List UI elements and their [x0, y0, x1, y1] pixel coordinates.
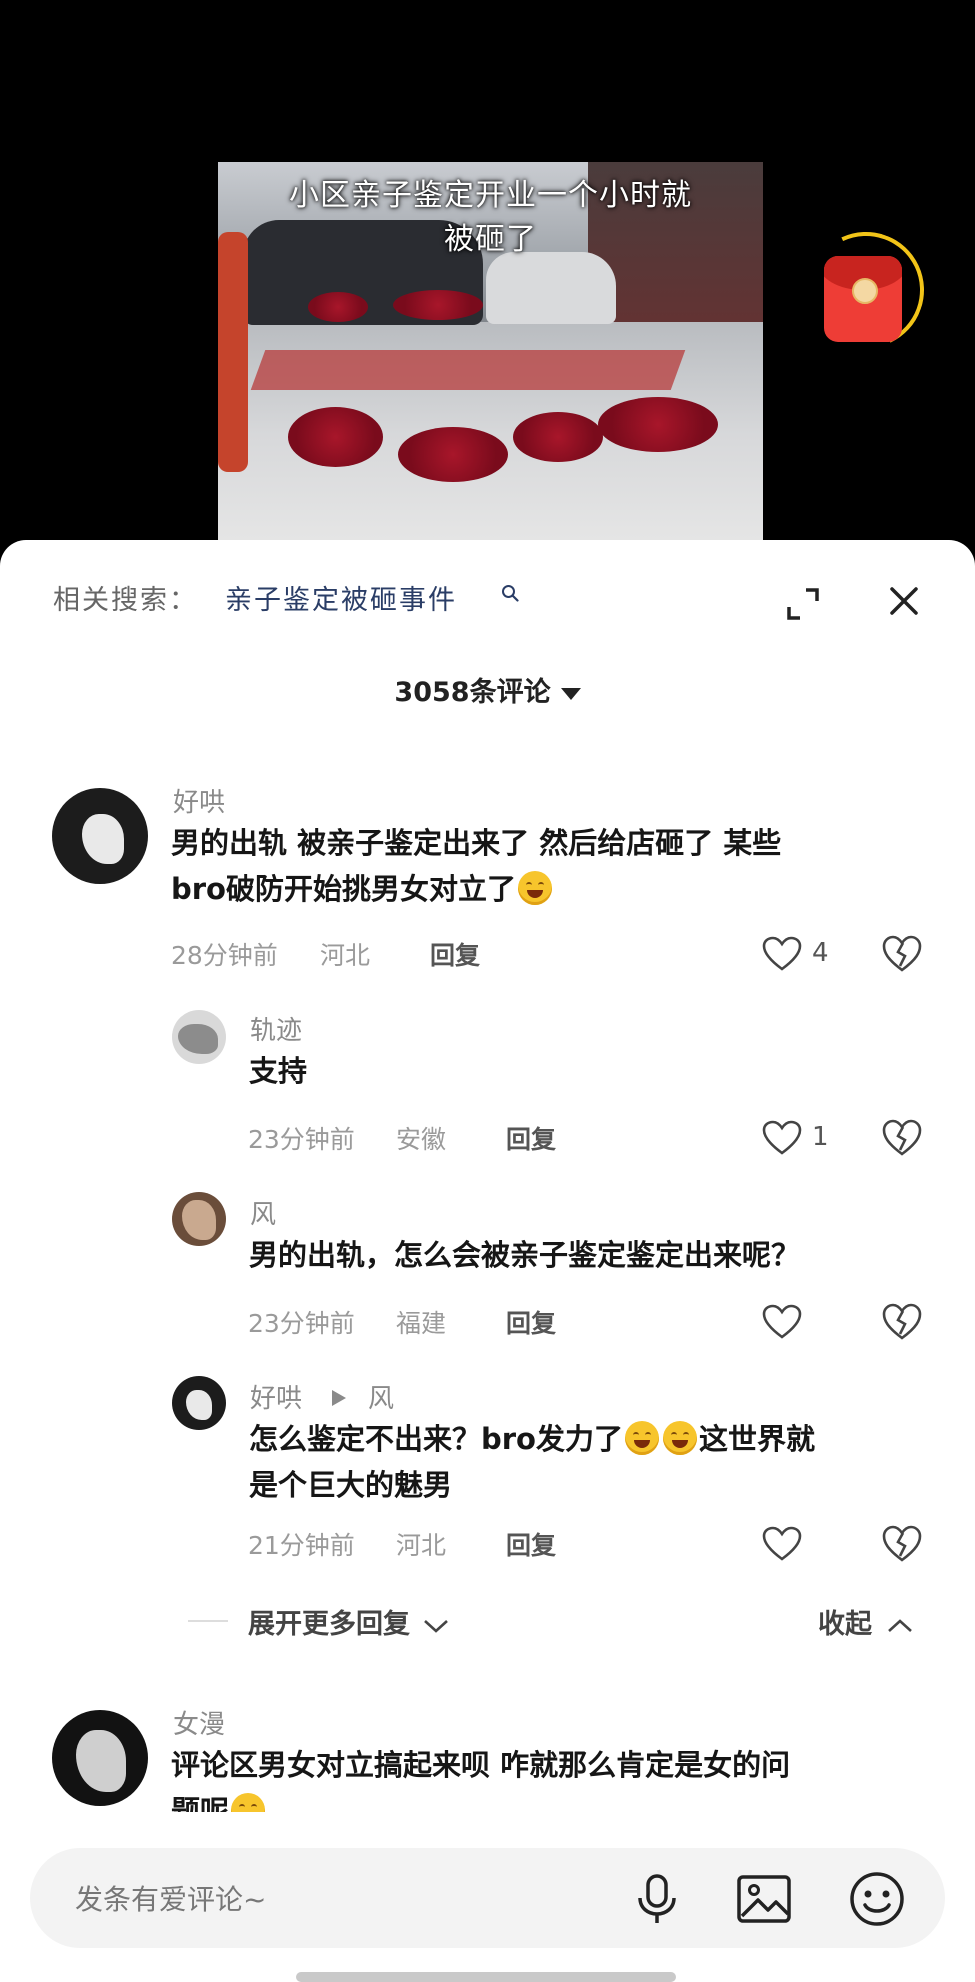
video-flower-basket — [288, 407, 383, 467]
laughing-tears-emoji-icon — [624, 1421, 659, 1455]
avatar[interactable] — [172, 1376, 226, 1430]
video-caption: 小区亲子鉴定开业一个小时就 被砸了 — [218, 174, 763, 262]
comment-text: 男的出轨，怎么会被亲子鉴定鉴定出来呢？ — [249, 1232, 800, 1278]
avatar-figure — [178, 1024, 218, 1054]
expand-icon[interactable] — [786, 587, 820, 621]
home-indicator[interactable] — [296, 1972, 676, 1982]
comment-username[interactable]: 好哄 — [250, 1378, 302, 1415]
video-flower-basket — [308, 292, 368, 322]
broken-heart-icon[interactable] — [882, 1303, 922, 1341]
related-search-label: 相关搜索： — [53, 585, 198, 616]
play-arrow-icon — [332, 1390, 346, 1406]
image-icon[interactable] — [736, 1874, 792, 1924]
search-icon[interactable] — [501, 584, 519, 602]
reply-button[interactable]: 回复 — [430, 936, 480, 972]
comment-text-fragment: bro破防开始挑男女对立了 — [171, 872, 516, 906]
broken-heart-icon[interactable] — [882, 1119, 922, 1157]
comment-text-line: 题呢 — [171, 1788, 941, 1812]
microphone-icon[interactable] — [630, 1872, 684, 1926]
comment-count-sort[interactable]: 3058条评论 — [0, 670, 975, 709]
comment-text-line: bro破防开始挑男女对立了 — [171, 866, 931, 912]
comment-time: 21分钟前 — [248, 1531, 355, 1560]
comment-text-line: 男的出轨，怎么会被亲子鉴定鉴定出来呢？ — [249, 1238, 801, 1272]
comment-text-line: 是个巨大的魅男 — [249, 1468, 453, 1502]
broken-heart-icon[interactable] — [882, 935, 922, 973]
video-red-carpet — [250, 350, 686, 390]
heart-icon[interactable] — [762, 1120, 802, 1156]
related-search-link[interactable]: 亲子鉴定被砸事件 — [225, 578, 457, 617]
comment-text-fragment: 怎么鉴定不出来？bro发力了 — [249, 1422, 623, 1456]
comment-username[interactable]: 好哄 — [173, 782, 225, 819]
reply-to-username[interactable]: 风 — [368, 1378, 394, 1415]
avatar[interactable] — [52, 788, 148, 884]
comment-text: 评论区男女对立搞起来呗 咋就那么肯定是女的问 题呢 — [171, 1742, 941, 1812]
chevron-up-icon — [888, 1618, 913, 1632]
comment-username[interactable]: 风 — [250, 1194, 276, 1231]
video-caption-line: 小区亲子鉴定开业一个小时就 — [289, 178, 692, 213]
laughing-tears-emoji-icon — [662, 1421, 697, 1455]
comment-location: 福建 — [396, 1309, 447, 1338]
comment-text: 支持 — [249, 1048, 307, 1094]
video-caption-line: 被砸了 — [444, 222, 537, 257]
comment-text: 男的出轨 被亲子鉴定出来了 然后给店砸了 某些 bro破防开始挑男女对立了 — [171, 820, 931, 912]
comment-time: 23分钟前 — [248, 1309, 355, 1338]
comment-input-bar[interactable]: 发条有爱评论~ — [30, 1848, 945, 1948]
avatar[interactable] — [172, 1010, 226, 1064]
divider — [188, 1620, 228, 1622]
comment-count-label: 3058条评论 — [394, 677, 551, 708]
avatar[interactable] — [172, 1192, 226, 1246]
comment-text-fragment: 这世界就 — [698, 1422, 815, 1456]
avatar-figure — [186, 1390, 212, 1420]
video-flower-basket — [513, 412, 603, 462]
avatar-figure — [82, 814, 124, 864]
comment-text-fragment: 题呢 — [171, 1794, 230, 1812]
emoji-icon — [231, 1793, 266, 1812]
video-person — [218, 232, 248, 472]
chevron-down-icon — [424, 1619, 449, 1633]
comment-username[interactable]: 女漫 — [173, 1704, 225, 1741]
comment-time: 23分钟前 — [248, 1125, 355, 1154]
comment-input-placeholder[interactable]: 发条有爱评论~ — [75, 1878, 266, 1918]
like-count: 1 — [812, 1122, 829, 1152]
video-white-car — [486, 252, 616, 324]
avatar-figure — [76, 1730, 126, 1792]
heart-icon[interactable] — [762, 1304, 802, 1340]
expand-more-label: 展开更多回复 — [248, 1609, 410, 1640]
comment-text-line: 怎么鉴定不出来？bro发力了 这世界就 — [249, 1416, 929, 1462]
collapse-replies-button[interactable]: 收起 — [818, 1602, 913, 1641]
video-flower-basket — [398, 427, 508, 482]
red-packet-coin — [852, 278, 878, 304]
comment-username[interactable]: 轨迹 — [250, 1010, 302, 1047]
broken-heart-icon[interactable] — [882, 1525, 922, 1563]
comment-text: 怎么鉴定不出来？bro发力了 这世界就 是个巨大的魅男 — [249, 1416, 929, 1508]
like-count: 4 — [812, 938, 829, 968]
comment-sheet: 相关搜索： 亲子鉴定被砸事件 3058条评论 好哄 男的出轨 被亲子鉴定出来了 … — [0, 540, 975, 1982]
avatar-figure — [182, 1200, 216, 1240]
reply-button[interactable]: 回复 — [506, 1120, 556, 1156]
hugging-face-emoji-icon — [517, 871, 552, 905]
video-flower-basket — [598, 397, 718, 452]
heart-icon[interactable] — [762, 936, 802, 972]
red-packet-icon[interactable] — [824, 256, 902, 342]
comment-location: 安徽 — [396, 1125, 447, 1154]
heart-icon[interactable] — [762, 1526, 802, 1562]
expand-more-replies-button[interactable]: 展开更多回复 — [248, 1602, 449, 1641]
video-flower-basket — [393, 290, 483, 320]
emoji-icon[interactable] — [848, 1870, 906, 1928]
video-player[interactable]: 小区亲子鉴定开业一个小时就 被砸了 — [218, 162, 763, 547]
close-icon[interactable] — [888, 585, 920, 617]
collapse-label: 收起 — [818, 1609, 872, 1640]
comment-text-line: 评论区男女对立搞起来呗 咋就那么肯定是女的问 — [171, 1748, 791, 1782]
comment-text-line: 男的出轨 被亲子鉴定出来了 然后给店砸了 某些 — [171, 826, 782, 860]
comment-time: 28分钟前 — [171, 941, 278, 970]
comment-text-line: 支持 — [249, 1054, 308, 1088]
reply-button[interactable]: 回复 — [506, 1526, 556, 1562]
chevron-down-icon — [560, 687, 581, 700]
avatar[interactable] — [52, 1710, 148, 1806]
comment-location: 河北 — [320, 941, 371, 970]
comment-location: 河北 — [396, 1531, 447, 1560]
reply-button[interactable]: 回复 — [506, 1304, 556, 1340]
